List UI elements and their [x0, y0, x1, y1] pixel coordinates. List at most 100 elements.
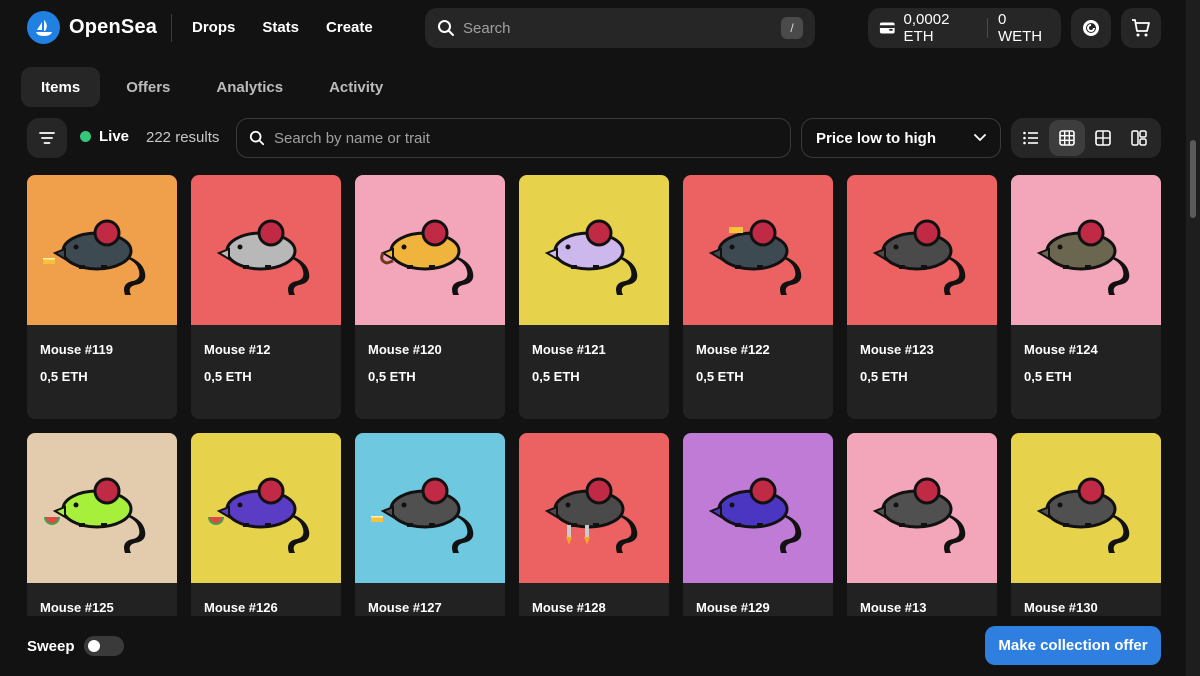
nft-name: Mouse #124 [1024, 342, 1098, 357]
brand-name: OpenSea [69, 16, 158, 38]
nft-image [683, 433, 833, 583]
mouse-artwork [44, 477, 146, 553]
nft-price: 0,5 ETH [696, 369, 744, 384]
nft-image [519, 433, 669, 583]
search-icon [438, 20, 454, 36]
nft-card[interactable]: Mouse #127 [355, 433, 505, 616]
nft-name: Mouse #129 [696, 600, 770, 615]
nft-card[interactable]: Mouse #12 0,5 ETH [191, 175, 341, 419]
nft-card[interactable]: Mouse #130 [1011, 433, 1161, 616]
opensea-logo[interactable]: OpenSea [27, 11, 157, 44]
sweep-toggle[interactable] [84, 636, 124, 656]
sort-label: Price low to high [816, 129, 937, 147]
wallet-divider [987, 18, 988, 38]
nft-image [1011, 175, 1161, 325]
tab-analytics[interactable]: Analytics [196, 67, 303, 107]
wallet-icon [879, 22, 895, 34]
nft-card[interactable]: Mouse #121 0,5 ETH [519, 175, 669, 419]
tab-activity[interactable]: Activity [309, 67, 403, 107]
cart-icon [1132, 19, 1150, 37]
make-collection-offer-button[interactable]: Make collection offer [985, 626, 1161, 665]
nft-price: 0,5 ETH [40, 369, 88, 384]
global-search-input[interactable] [463, 19, 781, 37]
sort-dropdown[interactable]: Price low to high [801, 118, 1001, 158]
weth-balance: 0 WETH [997, 11, 1043, 45]
mouse-artwork [1036, 219, 1130, 295]
results-count: 222 results [146, 129, 220, 146]
nft-image [847, 433, 997, 583]
nft-name: Mouse #123 [860, 342, 934, 357]
trait-search[interactable] [236, 118, 791, 158]
filter-toggle-button[interactable] [27, 118, 67, 158]
nft-name: Mouse #121 [532, 342, 606, 357]
nft-image [683, 175, 833, 325]
nft-card[interactable]: Mouse #125 [27, 433, 177, 616]
mouse-artwork [708, 477, 802, 553]
mouse-artwork [371, 477, 474, 553]
nft-image [27, 433, 177, 583]
nft-image [1011, 433, 1161, 583]
nft-price: 0,5 ETH [532, 369, 580, 384]
nft-card[interactable]: Mouse #124 0,5 ETH [1011, 175, 1161, 419]
bottom-action-bar: Sweep Make collection offer [0, 616, 1186, 676]
chevron-down-icon [974, 134, 986, 141]
nft-image [27, 175, 177, 325]
nft-name: Mouse #125 [40, 600, 114, 615]
nav-divider [171, 14, 172, 42]
nft-card[interactable]: Mouse #122 0,5 ETH [683, 175, 833, 419]
profile-button[interactable] [1071, 8, 1111, 48]
global-search[interactable]: / [425, 8, 815, 48]
nav-link-drops[interactable]: Drops [192, 19, 235, 36]
mouse-artwork [43, 219, 146, 295]
search-icon [249, 130, 265, 146]
grid-view-icon [1059, 130, 1075, 146]
nav-link-create[interactable]: Create [326, 19, 373, 36]
large-grid-view-button[interactable] [1085, 120, 1121, 156]
nft-name: Mouse #126 [204, 600, 278, 615]
mouse-artwork [1036, 477, 1130, 553]
mosaic-view-button[interactable] [1121, 120, 1157, 156]
nft-name: Mouse #119 [40, 342, 113, 357]
cart-button[interactable] [1121, 8, 1161, 48]
grid-view-button[interactable] [1049, 120, 1085, 156]
nft-name: Mouse #128 [532, 600, 606, 615]
opensea-logo-icon [27, 11, 60, 44]
nft-card[interactable]: Mouse #129 [683, 433, 833, 616]
nft-name: Mouse #130 [1024, 600, 1098, 615]
live-dot [80, 131, 91, 142]
nft-image [355, 433, 505, 583]
top-navigation: OpenSea Drops Stats Create / 0,0002 ETH … [0, 0, 1186, 56]
nft-price: 0,5 ETH [1024, 369, 1072, 384]
page-scrollbar[interactable] [1186, 0, 1200, 676]
nft-card[interactable]: Mouse #128 [519, 433, 669, 616]
nft-card[interactable]: Mouse #119 0,5 ETH [27, 175, 177, 419]
nft-card[interactable]: Mouse #123 0,5 ETH [847, 175, 997, 419]
items-grid: Mouse #119 0,5 ETH Mouse #12 0,5 ETH Mouse #… [27, 175, 1161, 616]
scrollbar-thumb[interactable] [1190, 140, 1196, 218]
nft-name: Mouse #127 [368, 600, 442, 615]
sweep-label: Sweep [27, 638, 75, 655]
nft-name: Mouse #120 [368, 342, 442, 357]
mouse-artwork [216, 219, 310, 295]
search-shortcut-key: / [781, 17, 803, 39]
nft-image [191, 433, 341, 583]
nav-links: Drops Stats Create [192, 19, 373, 36]
nft-card[interactable]: Mouse #13 [847, 433, 997, 616]
nft-price: 0,5 ETH [860, 369, 908, 384]
large-grid-view-icon [1095, 130, 1111, 146]
mouse-artwork [208, 477, 310, 553]
wallet-balance[interactable]: 0,0002 ETH 0 WETH [868, 8, 1061, 48]
tab-offers[interactable]: Offers [106, 67, 190, 107]
filter-icon [39, 132, 55, 144]
nft-image [519, 175, 669, 325]
toggle-knob [88, 640, 100, 652]
nav-link-stats[interactable]: Stats [262, 19, 299, 36]
live-indicator: Live [80, 128, 129, 145]
tab-items[interactable]: Items [21, 67, 101, 107]
nft-card[interactable]: Mouse #120 0,5 ETH [355, 175, 505, 419]
nft-price: 0,5 ETH [368, 369, 416, 384]
mouse-artwork [380, 219, 474, 295]
trait-search-input[interactable] [274, 129, 778, 147]
list-view-button[interactable] [1013, 120, 1049, 156]
nft-card[interactable]: Mouse #126 [191, 433, 341, 616]
